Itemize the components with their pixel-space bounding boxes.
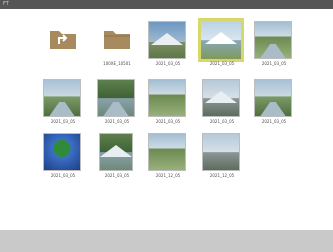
photo-item[interactable]: 2021_03_05 — [197, 75, 247, 133]
photo-label: 2021_03_05 — [104, 173, 130, 178]
photo-item[interactable]: 2021_03_05 — [249, 17, 299, 75]
bottom-bar — [0, 230, 333, 252]
photo-item[interactable]: 2021_03_05 — [143, 17, 193, 75]
photo-thumbnail — [97, 79, 135, 117]
photo-label: 2021_03_05 — [261, 119, 287, 124]
photo-label: 2021_03_05 — [155, 61, 181, 66]
file-browser-grid: 100XE_10501 2021_03_05 2021_03_05 2021_0… — [0, 9, 333, 230]
photo-thumbnail — [198, 18, 244, 62]
folder-icon — [104, 31, 130, 49]
photo-item-selected[interactable]: 2021_03_05 — [197, 17, 247, 75]
photo-label: 2021_03_05 — [104, 119, 130, 124]
photo-thumbnail — [43, 133, 81, 171]
photo-thumbnail — [43, 79, 81, 117]
photo-item[interactable]: 2021_03_05 — [38, 75, 88, 133]
photo-label: 2021_03_05 — [261, 61, 287, 66]
photo-thumbnail — [254, 79, 292, 117]
photo-label: 2021_03_05 — [50, 119, 76, 124]
window-title: FT — [3, 1, 9, 7]
photo-thumbnail — [148, 79, 186, 117]
photo-item[interactable]: 2021_03_05 — [143, 75, 193, 133]
photo-thumbnail — [202, 133, 240, 171]
photo-label: 2021_03_05 — [209, 61, 235, 66]
photo-label: 2021_12_05 — [209, 173, 235, 178]
folder-up-item[interactable] — [38, 17, 88, 75]
photo-label: 2021_03_05 — [209, 119, 235, 124]
folder-item[interactable]: 100XE_10501 — [92, 17, 142, 75]
photo-item[interactable]: 2021_03_05 — [38, 129, 88, 187]
photo-label: 2021_03_05 — [155, 119, 181, 124]
photo-thumbnail — [254, 21, 292, 59]
photo-label: 2021_12_05 — [155, 173, 181, 178]
folder-up-icon — [50, 31, 76, 49]
photo-item[interactable]: 2021_12_05 — [143, 129, 193, 187]
photo-item[interactable]: 2021_12_05 — [197, 129, 247, 187]
photo-thumbnail — [99, 133, 133, 171]
photo-label: 2021_03_05 — [50, 173, 76, 178]
photo-thumbnail — [202, 79, 240, 117]
photo-thumbnail — [148, 133, 186, 171]
photo-item[interactable]: 2021_03_05 — [92, 75, 142, 133]
title-bar: FT — [0, 0, 333, 9]
photo-item[interactable]: 2021_03_05 — [92, 129, 142, 187]
folder-label: 100XE_10501 — [103, 61, 131, 66]
photo-thumbnail — [148, 21, 186, 59]
photo-item[interactable]: 2021_03_05 — [249, 75, 299, 133]
